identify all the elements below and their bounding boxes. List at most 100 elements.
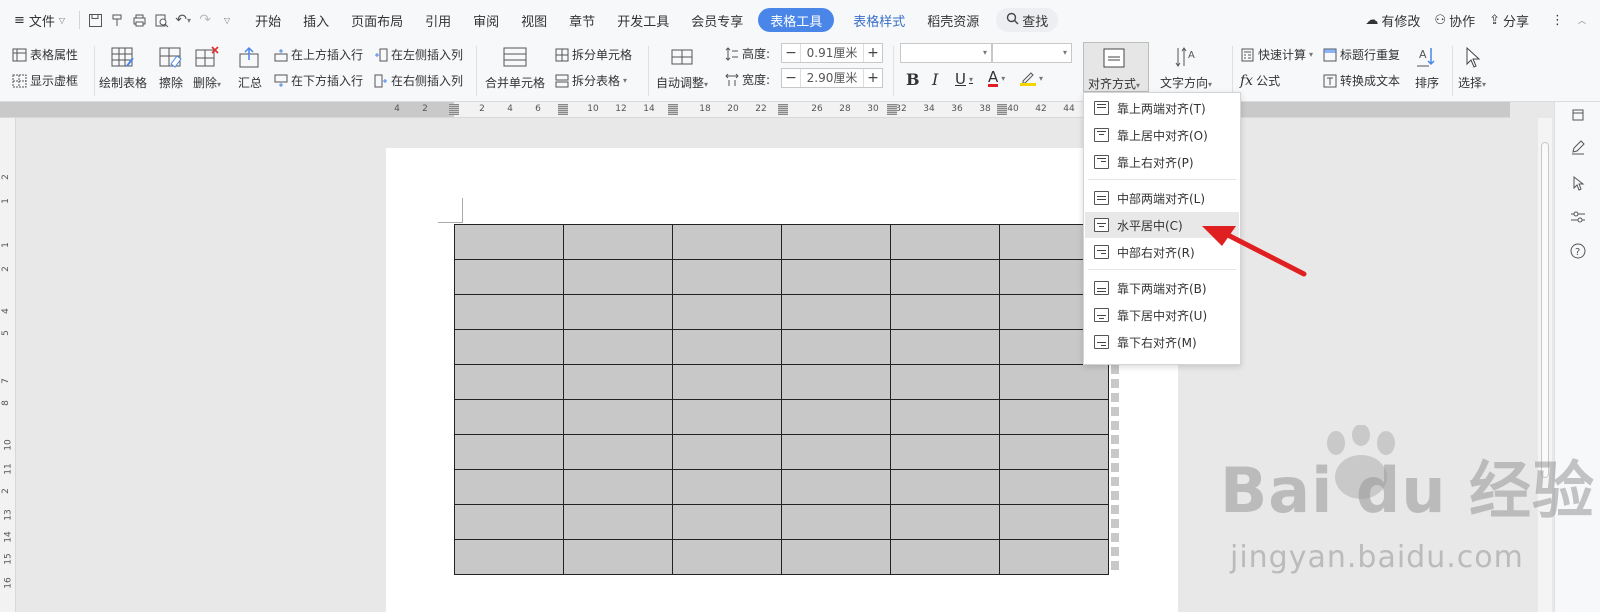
italic-button[interactable]: I [932, 70, 938, 89]
insert-column-left-button[interactable]: 在左侧插入列 [373, 46, 463, 63]
show-gridlines-button[interactable]: 显示虚框 [12, 72, 78, 89]
table-cell[interactable] [890, 329, 1000, 365]
table-cell[interactable] [890, 294, 1000, 330]
collapse-ribbon-icon[interactable]: ︿ [1578, 15, 1586, 26]
share-button[interactable]: ⇪ 分享 [1489, 11, 1529, 30]
table-cell[interactable] [999, 504, 1109, 540]
ruler-column-marker[interactable] [558, 104, 568, 115]
table-cell[interactable] [781, 469, 891, 505]
tab-docer-resources[interactable]: 稻壳资源 [916, 8, 990, 32]
select-button[interactable]: 选择▾ [1458, 44, 1486, 91]
horizontal-ruler[interactable]: 4 2 2 4 6 10 12 14 18 20 22 26 28 30 32 34 36 38 40 42 44 [0, 102, 1510, 118]
table-cell[interactable] [672, 399, 782, 435]
table-cell[interactable] [890, 364, 1000, 400]
redo-icon[interactable]: ↷ [194, 9, 216, 31]
ruler-column-marker[interactable] [449, 104, 459, 115]
convert-to-text-button[interactable]: 转换成文本 [1322, 72, 1400, 89]
table-cell[interactable] [672, 364, 782, 400]
erase-button[interactable]: 擦除 [157, 44, 185, 91]
menu-item-align-bottom-right[interactable]: 靠下右对齐(M) [1085, 329, 1239, 355]
draw-table-button[interactable]: 绘制表格 [99, 44, 147, 91]
table-cell[interactable] [454, 469, 564, 505]
table-cell[interactable] [999, 469, 1109, 505]
print-icon[interactable] [128, 9, 150, 31]
tab-table-style[interactable]: 表格样式 [842, 8, 916, 32]
height-increase-button[interactable]: + [864, 44, 882, 62]
insert-row-below-button[interactable]: 在下方插入行 [273, 72, 363, 89]
table-cell[interactable] [890, 469, 1000, 505]
table-cell[interactable] [563, 504, 673, 540]
alignment-button-content[interactable]: 对齐方式▾ [1088, 45, 1140, 92]
more-options-icon[interactable]: ⋮ [1551, 13, 1564, 28]
table-cell[interactable] [999, 434, 1109, 470]
repeat-header-button[interactable]: 标题行重复 [1322, 46, 1400, 63]
table-cell[interactable] [781, 539, 891, 575]
table-cell[interactable] [999, 399, 1109, 435]
select-cursor-icon[interactable] [1567, 172, 1589, 194]
table-cell[interactable] [563, 364, 673, 400]
table-cell[interactable] [454, 364, 564, 400]
file-menu[interactable]: ≡ 文件 ▽ [0, 0, 75, 40]
table-cell[interactable] [890, 224, 1000, 260]
tab-review[interactable]: 审阅 [462, 8, 510, 32]
font-color-button[interactable]: A ▾ [988, 70, 1005, 87]
tab-insert[interactable]: 插入 [292, 8, 340, 32]
table-cell[interactable] [890, 434, 1000, 470]
highlight-color-button[interactable]: ▾ [1020, 70, 1043, 86]
split-cells-button[interactable]: 拆分单元格 [554, 46, 632, 63]
table-cell[interactable] [672, 224, 782, 260]
width-increase-button[interactable]: + [864, 69, 882, 87]
quick-calc-button[interactable]: 快速计算 ▾ [1240, 46, 1313, 63]
table-cell[interactable] [454, 399, 564, 435]
tab-section[interactable]: 章节 [558, 8, 606, 32]
table-cell[interactable] [781, 294, 891, 330]
font-size-select[interactable]: ▾ [992, 43, 1072, 63]
table-cell[interactable] [454, 329, 564, 365]
table-cell[interactable] [890, 539, 1000, 575]
table-cell[interactable] [563, 329, 673, 365]
table-cell[interactable] [672, 294, 782, 330]
bold-button[interactable]: B [906, 70, 920, 89]
ruler-column-marker[interactable] [668, 104, 678, 115]
tab-developer[interactable]: 开发工具 [606, 8, 680, 32]
table-cell[interactable] [454, 539, 564, 575]
table-cell[interactable] [563, 434, 673, 470]
width-input[interactable]: 2.90厘米 [800, 69, 864, 87]
table-cell[interactable] [781, 329, 891, 365]
search-button[interactable]: 查找 [996, 8, 1059, 32]
modified-status[interactable]: ☁ 有修改 [1365, 11, 1420, 30]
table-cell[interactable] [781, 434, 891, 470]
height-input[interactable]: 0.91厘米 [800, 44, 864, 62]
table-cell[interactable] [672, 469, 782, 505]
table-cell[interactable] [454, 434, 564, 470]
menu-item-align-top-center[interactable]: 靠上居中对齐(O) [1085, 122, 1239, 148]
save-icon[interactable] [84, 9, 106, 31]
tab-view[interactable]: 视图 [510, 8, 558, 32]
table-cell[interactable] [454, 294, 564, 330]
menu-item-align-top-justify[interactable]: 靠上两端对齐(T) [1085, 95, 1239, 121]
ruler-column-marker[interactable] [778, 104, 788, 115]
table-cell[interactable] [563, 294, 673, 330]
table-cell[interactable] [890, 259, 1000, 295]
tab-references[interactable]: 引用 [414, 8, 462, 32]
merge-cells-button[interactable]: 合并单元格 [485, 44, 545, 91]
delete-button[interactable]: 删除▾ [193, 44, 221, 91]
vertical-ruler[interactable]: 2 1 1 2 4 5 7 8 10 11 2 13 14 15 16 [0, 118, 16, 612]
table-cell[interactable] [781, 224, 891, 260]
font-family-select[interactable]: ▾ [900, 43, 992, 63]
height-stepper[interactable]: − 0.91厘米 + [781, 43, 883, 63]
table-cell[interactable] [454, 504, 564, 540]
table-cell[interactable] [890, 504, 1000, 540]
table-cell[interactable] [672, 329, 782, 365]
table-cell[interactable] [672, 434, 782, 470]
table-cell[interactable] [999, 364, 1109, 400]
tab-table-tools[interactable]: 表格工具 [758, 8, 835, 32]
scrollbar-thumb[interactable] [1541, 142, 1549, 478]
table-cell[interactable] [890, 399, 1000, 435]
undo-icon[interactable]: ↶ ▾ [172, 9, 194, 31]
table-cell[interactable] [672, 259, 782, 295]
table-cell[interactable] [672, 539, 782, 575]
table-cell[interactable] [781, 399, 891, 435]
table-cell[interactable] [563, 469, 673, 505]
sort-button[interactable]: A 排序 [1413, 44, 1441, 91]
